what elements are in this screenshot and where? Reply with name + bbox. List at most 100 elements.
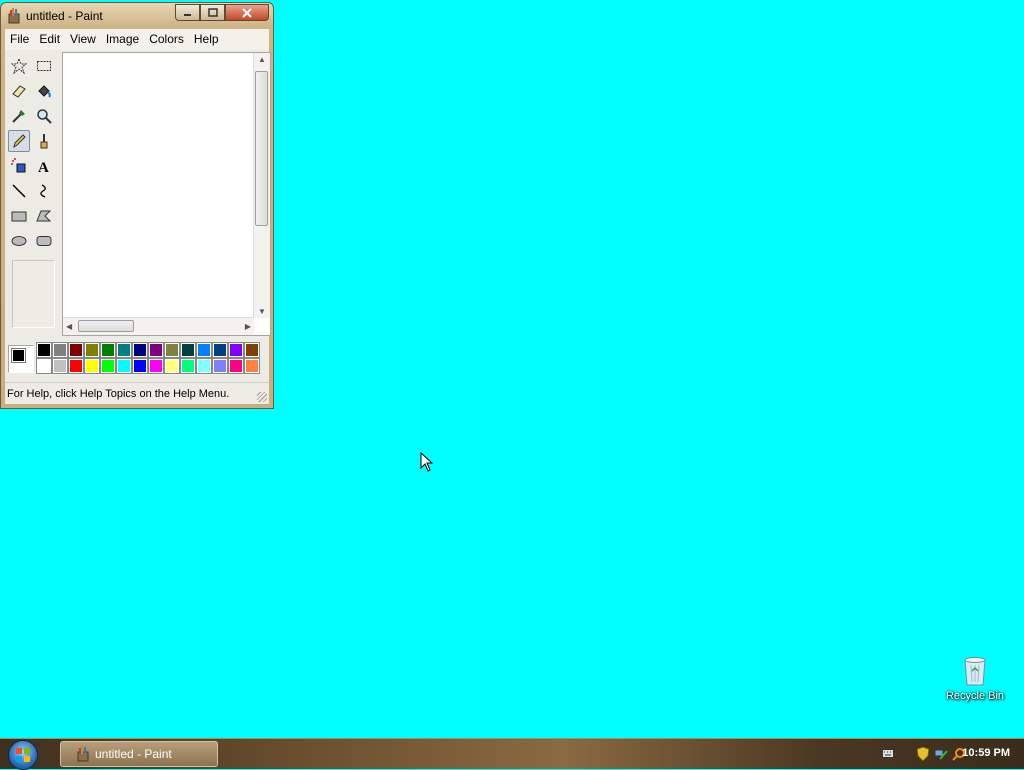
line-icon xyxy=(12,184,26,198)
tool-magnifier[interactable] xyxy=(33,105,55,127)
color-swatch[interactable] xyxy=(196,358,212,374)
tool-options-box[interactable] xyxy=(12,260,55,328)
color-swatch[interactable] xyxy=(164,358,180,374)
tool-pick-color[interactable] xyxy=(8,105,30,127)
color-swatch[interactable] xyxy=(84,358,100,374)
client-area: A ▲ ▼ ◀ ▶ xyxy=(5,50,271,382)
color-swatch[interactable] xyxy=(180,358,196,374)
tool-free-form-select[interactable] xyxy=(8,55,30,77)
mouse-cursor-icon xyxy=(420,452,434,472)
rect-select-icon xyxy=(37,61,51,71)
tool-curve[interactable] xyxy=(33,180,55,202)
tool-text[interactable]: A xyxy=(33,155,55,177)
menu-bar: File Edit View Image Colors Help xyxy=(5,29,269,50)
title-bar[interactable]: untitled - Paint xyxy=(1,3,273,29)
vertical-scrollbar[interactable]: ▲ ▼ xyxy=(253,53,270,318)
paint-window[interactable]: untitled - Paint File Edit View Image Co… xyxy=(0,2,274,409)
menu-help[interactable]: Help xyxy=(189,29,224,50)
color-swatch[interactable] xyxy=(164,342,180,358)
recycle-bin-icon xyxy=(964,657,986,686)
color-swatch[interactable] xyxy=(212,342,228,358)
minimize-button[interactable] xyxy=(175,4,200,21)
keyboard-icon[interactable] xyxy=(882,747,894,759)
tool-rounded-rectangle[interactable] xyxy=(33,230,55,252)
color-swatch[interactable] xyxy=(52,358,68,374)
color-swatch[interactable] xyxy=(100,342,116,358)
color-swatch[interactable] xyxy=(68,358,84,374)
color-swatch[interactable] xyxy=(196,342,212,358)
current-colors xyxy=(8,345,34,373)
menu-colors[interactable]: Colors xyxy=(144,29,189,50)
color-swatch[interactable] xyxy=(148,342,164,358)
tool-rectangle[interactable] xyxy=(8,205,30,227)
security-shield-icon[interactable] xyxy=(917,747,929,761)
paint-app-icon xyxy=(8,8,20,24)
curve-icon xyxy=(40,184,46,198)
magnifier-icon xyxy=(37,109,52,124)
tool-brush[interactable] xyxy=(33,130,55,152)
status-bar: For Help, click Help Topics on the Help … xyxy=(5,382,269,404)
color-swatch[interactable] xyxy=(148,358,164,374)
color-swatch[interactable] xyxy=(36,358,52,374)
color-swatch[interactable] xyxy=(100,358,116,374)
tool-airbrush[interactable] xyxy=(8,155,30,177)
color-swatch[interactable] xyxy=(68,342,84,358)
scroll-left-icon[interactable]: ◀ xyxy=(66,322,72,331)
color-swatch[interactable] xyxy=(180,342,196,358)
color-swatch[interactable] xyxy=(244,358,260,374)
minimize-icon xyxy=(184,14,191,16)
color-swatch[interactable] xyxy=(132,342,148,358)
tool-fill[interactable] xyxy=(33,80,55,102)
system-tray: 10:59 PM xyxy=(868,739,1024,769)
foreground-color xyxy=(11,348,26,363)
paint-bucket-icon xyxy=(38,85,51,98)
eyedropper-icon xyxy=(12,110,25,123)
resize-grip-icon[interactable] xyxy=(257,392,267,402)
color-swatch[interactable] xyxy=(228,342,244,358)
rounded-rect-icon xyxy=(36,236,52,246)
clock[interactable]: 10:59 PM xyxy=(962,747,1010,759)
windows-logo-icon xyxy=(16,748,30,762)
ellipse-icon xyxy=(11,236,27,246)
star-select-icon xyxy=(11,58,27,74)
pencil-icon xyxy=(13,134,26,149)
menu-edit[interactable]: Edit xyxy=(34,29,65,50)
maximize-icon xyxy=(207,8,218,17)
tool-eraser[interactable] xyxy=(8,80,30,102)
tool-ellipse[interactable] xyxy=(8,230,30,252)
horizontal-scrollbar[interactable]: ◀ ▶ xyxy=(63,317,254,335)
maximize-button[interactable] xyxy=(200,4,225,21)
vertical-scroll-thumb[interactable] xyxy=(255,71,268,226)
menu-file[interactable]: File xyxy=(5,29,34,50)
eraser-icon xyxy=(12,85,26,98)
color-swatch[interactable] xyxy=(244,342,260,358)
palette-swatches xyxy=(36,342,261,375)
tool-pencil[interactable] xyxy=(8,130,30,152)
drawing-canvas[interactable] xyxy=(66,56,251,318)
color-swatch[interactable] xyxy=(132,358,148,374)
tool-line[interactable] xyxy=(8,180,30,202)
tool-polygon[interactable] xyxy=(33,205,55,227)
scroll-up-icon[interactable]: ▲ xyxy=(258,55,266,64)
scroll-right-icon[interactable]: ▶ xyxy=(245,322,251,331)
color-swatch[interactable] xyxy=(84,342,100,358)
taskbar-button-paint[interactable]: untitled - Paint xyxy=(60,741,218,767)
start-button[interactable] xyxy=(8,740,38,770)
color-swatch[interactable] xyxy=(116,358,132,374)
color-swatch[interactable] xyxy=(52,342,68,358)
tool-select[interactable] xyxy=(33,55,55,77)
recycle-bin-label: Recycle Bin xyxy=(945,690,1005,702)
menu-view[interactable]: View xyxy=(65,29,101,50)
color-swatch[interactable] xyxy=(116,342,132,358)
color-swatch[interactable] xyxy=(36,342,52,358)
close-icon xyxy=(242,7,252,18)
recycle-bin[interactable]: Recycle Bin xyxy=(942,655,1008,702)
color-swatch[interactable] xyxy=(228,358,244,374)
scroll-down-icon[interactable]: ▼ xyxy=(258,307,266,316)
color-palette xyxy=(5,340,271,380)
color-swatch[interactable] xyxy=(212,358,228,374)
network-icon[interactable] xyxy=(934,747,948,761)
horizontal-scroll-thumb[interactable] xyxy=(78,320,134,332)
menu-image[interactable]: Image xyxy=(101,29,144,50)
close-button[interactable] xyxy=(225,4,269,21)
